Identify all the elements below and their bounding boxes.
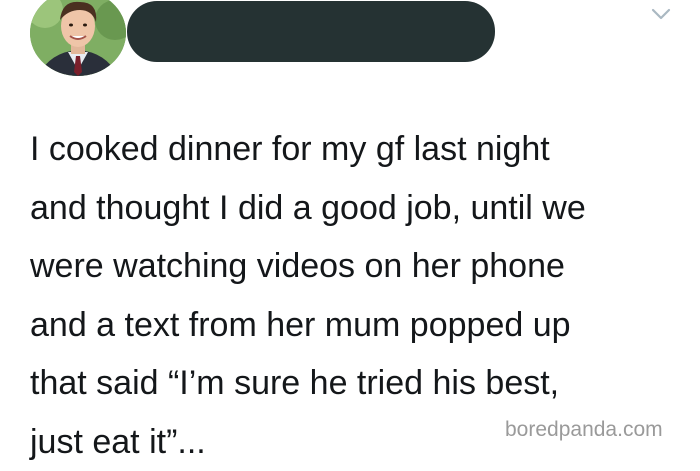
redacted-username: [127, 1, 495, 62]
chevron-down-icon: [650, 6, 672, 22]
tweet-text-line: were watching videos on her phone: [30, 237, 680, 296]
tweet-card: I cooked dinner for my gf last night and…: [0, 0, 700, 456]
tweet-text-line: that said “I’m sure he tried his best,: [30, 354, 680, 413]
tweet-text-line: I cooked dinner for my gf last night: [30, 120, 680, 179]
author-avatar[interactable]: [30, 0, 126, 76]
tweet-menu-button[interactable]: [650, 6, 672, 22]
watermark: boredpanda.com: [505, 418, 663, 442]
tweet-text-line: and a text from her mum popped up: [30, 296, 680, 355]
profile-photo-icon: [30, 0, 126, 76]
tweet-text-line: and thought I did a good job, until we: [30, 179, 680, 238]
